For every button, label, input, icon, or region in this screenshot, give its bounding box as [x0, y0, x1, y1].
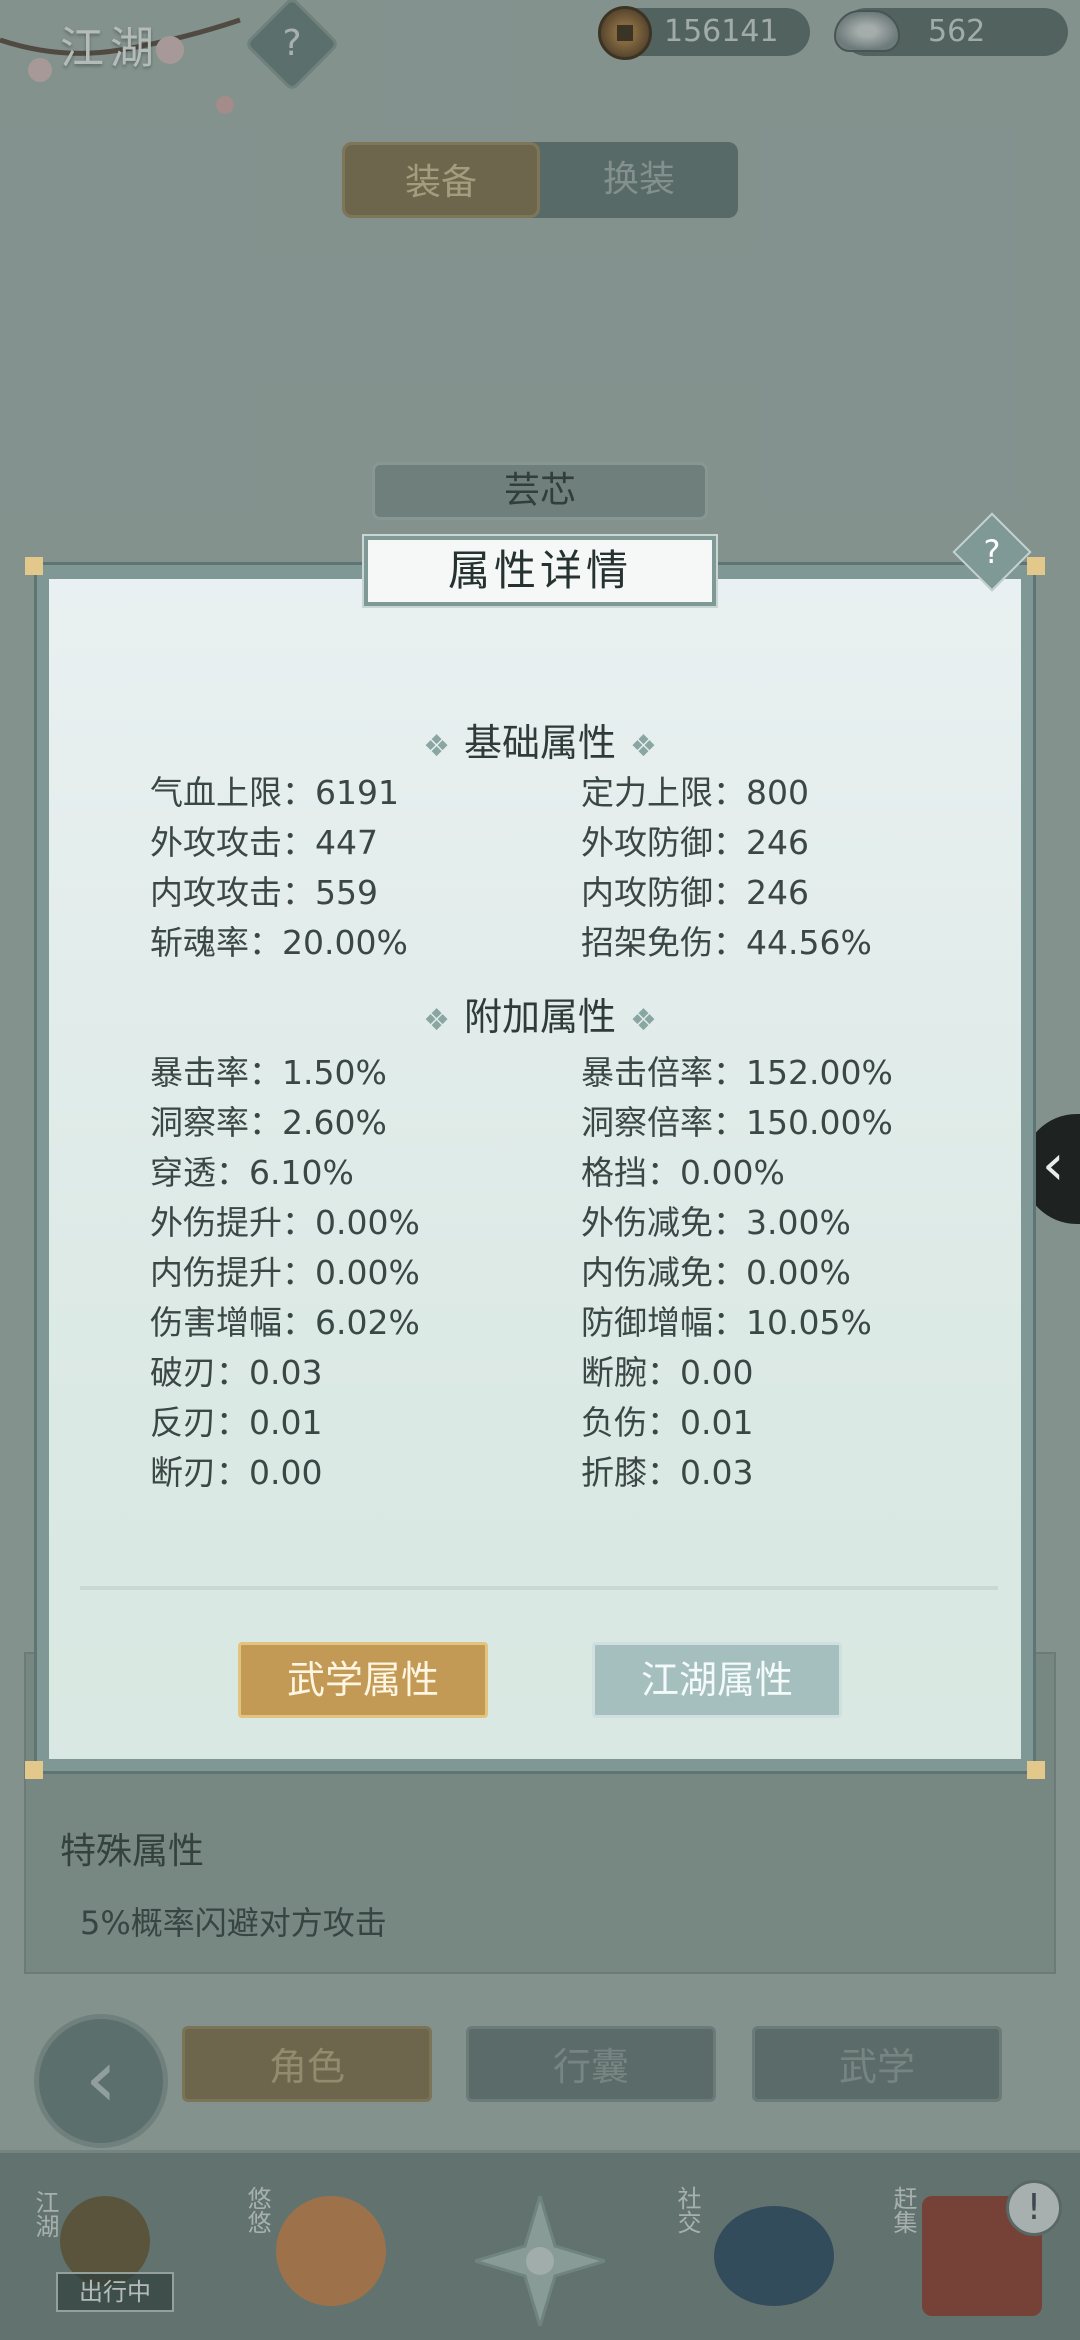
attr-crit-multiplier: 暴击倍率：152.00% [581, 1053, 893, 1092]
basic-attr-heading: ❖ 基础属性 ❖ [0, 712, 1080, 767]
diamond-icon: ❖ [423, 1003, 450, 1038]
attr-block: 格挡：0.00% [581, 1153, 785, 1192]
attr-inner-dmg-up: 内伤提升：0.00% [150, 1253, 420, 1292]
attr-soul-rate: 斩魂率：20.00% [150, 923, 408, 962]
attr-defense-boost: 防御增幅：10.05% [581, 1303, 872, 1342]
modal-divider [80, 1586, 998, 1590]
attr-penetration: 穿透：6.10% [150, 1153, 354, 1192]
jianghu-attr-button[interactable]: 江湖属性 [592, 1642, 842, 1718]
attr-inner-dmg-reduce: 内伤减免：0.00% [581, 1253, 851, 1292]
attr-break-wrist: 断腕：0.00 [581, 1353, 754, 1392]
attr-insight-rate: 洞察率：2.60% [150, 1103, 387, 1142]
attr-outer-defense: 外攻防御：246 [581, 823, 809, 862]
attr-inner-defense: 内攻防御：246 [581, 873, 809, 912]
diamond-icon: ❖ [423, 729, 450, 764]
attr-focus-max: 定力上限：800 [581, 773, 809, 812]
question-icon: ? [983, 533, 1001, 571]
chevron-left-icon: ‹ [1042, 1133, 1065, 1198]
attr-hp-max: 气血上限：6191 [150, 773, 399, 812]
attr-outer-attack: 外攻攻击：447 [150, 823, 378, 862]
attr-damage-boost: 伤害增幅：6.02% [150, 1303, 420, 1342]
extra-attr-heading: ❖ 附加属性 ❖ [0, 986, 1080, 1041]
diamond-icon: ❖ [630, 1003, 657, 1038]
attr-break-knee: 折膝：0.03 [581, 1453, 754, 1492]
corner-ornament [1027, 557, 1045, 575]
corner-ornament [25, 557, 43, 575]
attr-parry-reduction: 招架免伤：44.56% [581, 923, 872, 962]
corner-ornament [25, 1761, 43, 1779]
attr-outer-dmg-reduce: 外伤减免：3.00% [581, 1203, 851, 1242]
attr-inner-attack: 内攻攻击：559 [150, 873, 378, 912]
basic-attr-title: 基础属性 [463, 721, 616, 765]
martial-attr-button[interactable]: 武学属性 [238, 1642, 488, 1718]
corner-ornament [1027, 1761, 1045, 1779]
extra-attr-title: 附加属性 [463, 995, 616, 1039]
attr-crit-rate: 暴击率：1.50% [150, 1053, 387, 1092]
attr-break-blade: 破刃：0.03 [150, 1353, 323, 1392]
attr-outer-dmg-up: 外伤提升：0.00% [150, 1203, 420, 1242]
modal-title: 属性详情 [362, 534, 718, 608]
attr-insight-multiplier: 洞察倍率：150.00% [581, 1103, 893, 1142]
diamond-icon: ❖ [630, 729, 657, 764]
attr-snap-blade: 断刃：0.00 [150, 1453, 323, 1492]
attr-counter-blade: 反刃：0.01 [150, 1403, 323, 1442]
attr-injury: 负伤：0.01 [581, 1403, 754, 1442]
